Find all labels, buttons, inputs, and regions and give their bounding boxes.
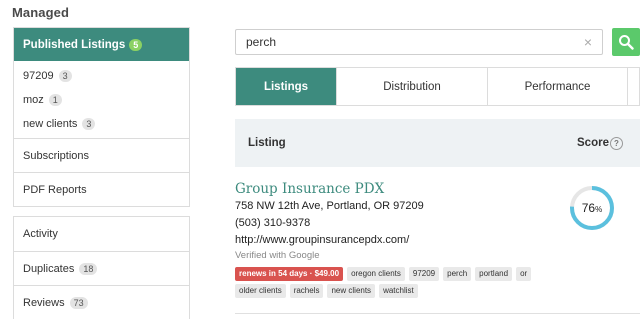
table-header: Listing Score ? xyxy=(235,119,640,167)
listing-address: 758 NW 12th Ave, Portland, OR 97209 xyxy=(235,200,424,212)
listing-url: http://www.groupinsurancepdx.com/ xyxy=(235,234,410,246)
column-header-score[interactable]: Score xyxy=(577,137,609,149)
filter-label: new clients xyxy=(23,118,78,130)
search-icon xyxy=(619,35,634,50)
listing-name-link[interactable]: Group Insurance PDX xyxy=(235,180,615,198)
listing-tag[interactable]: older clients xyxy=(235,284,286,298)
renew-tag[interactable]: renews in 54 days · $49.00 xyxy=(235,267,344,281)
tab-overflow[interactable] xyxy=(628,68,640,105)
column-header-listing[interactable]: Listing xyxy=(248,137,286,149)
sidebar-item-activity[interactable]: Activity xyxy=(14,217,189,251)
sidebar-activity-card: Activity Duplicates 18 Reviews 73 xyxy=(13,216,190,319)
filter-label: moz xyxy=(23,94,44,106)
menu-label: Duplicates xyxy=(23,262,75,275)
sidebar-item-pdf-reports[interactable]: PDF Reports xyxy=(14,172,189,206)
listing-tag[interactable]: portland xyxy=(475,267,513,281)
tab-performance[interactable]: Performance xyxy=(488,68,628,105)
listing-tag[interactable]: perch xyxy=(443,267,472,281)
score-gauge: 76% xyxy=(569,185,615,231)
filter-item-moz[interactable]: moz 1 xyxy=(14,88,189,112)
search-input[interactable] xyxy=(236,30,566,54)
tab-bar: Listings Distribution Performance xyxy=(235,67,640,106)
verified-status: Verified with Google xyxy=(235,250,320,261)
menu-label: Activity xyxy=(23,228,58,240)
filter-list: 97209 3 moz 1 new clients 3 xyxy=(14,61,189,138)
score-unit: % xyxy=(595,205,603,214)
count-badge: 3 xyxy=(58,70,72,82)
count-badge: 3 xyxy=(82,118,96,130)
listing-row: Group Insurance PDX 758 NW 12th Ave, Por… xyxy=(235,180,615,298)
listing-tag[interactable]: new clients xyxy=(327,284,376,298)
row-divider xyxy=(235,313,640,314)
count-badge: 73 xyxy=(69,296,88,309)
menu-label: PDF Reports xyxy=(23,183,87,196)
menu-label: Subscriptions xyxy=(23,149,90,162)
sidebar-item-duplicates[interactable]: Duplicates 18 xyxy=(14,251,189,285)
clear-icon[interactable]: × xyxy=(584,34,592,50)
listing-tag[interactable]: oregon clients xyxy=(347,267,405,281)
section-heading: Managed xyxy=(12,5,70,20)
sidebar-item-reviews[interactable]: Reviews 73 xyxy=(14,285,189,319)
score-number: 76 xyxy=(581,201,596,215)
filter-item-new-clients[interactable]: new clients 3 xyxy=(14,112,189,136)
filter-item-97209[interactable]: 97209 3 xyxy=(14,64,189,88)
listing-tag[interactable]: watchlist xyxy=(379,284,418,298)
listing-tag[interactable]: 97209 xyxy=(408,267,440,281)
tab-listings[interactable]: Listings xyxy=(236,68,337,105)
count-badge: 1 xyxy=(48,94,62,106)
search-button[interactable] xyxy=(612,28,640,56)
sidebar-item-published-listings[interactable]: Published Listings 5 xyxy=(14,28,189,61)
listing-tag[interactable]: or xyxy=(516,267,532,281)
listing-tag[interactable]: rachels xyxy=(289,284,324,298)
filter-label: 97209 xyxy=(23,70,54,82)
menu-label: Reviews xyxy=(23,296,65,309)
search-box: × xyxy=(235,29,603,55)
sidebar-item-subscriptions[interactable]: Subscriptions xyxy=(14,138,189,172)
score-value: 76% xyxy=(569,185,615,231)
tab-distribution[interactable]: Distribution xyxy=(337,68,488,105)
tag-list: renews in 54 days · $49.00 oregon client… xyxy=(235,267,535,298)
published-count-badge: 5 xyxy=(129,38,143,51)
count-badge: 18 xyxy=(79,262,98,275)
listing-phone: (503) 310-9378 xyxy=(235,217,311,229)
help-icon[interactable]: ? xyxy=(610,136,623,150)
sidebar-listings-card: Published Listings 5 97209 3 moz 1 new c… xyxy=(13,27,190,207)
published-listings-label: Published Listings xyxy=(23,38,126,51)
